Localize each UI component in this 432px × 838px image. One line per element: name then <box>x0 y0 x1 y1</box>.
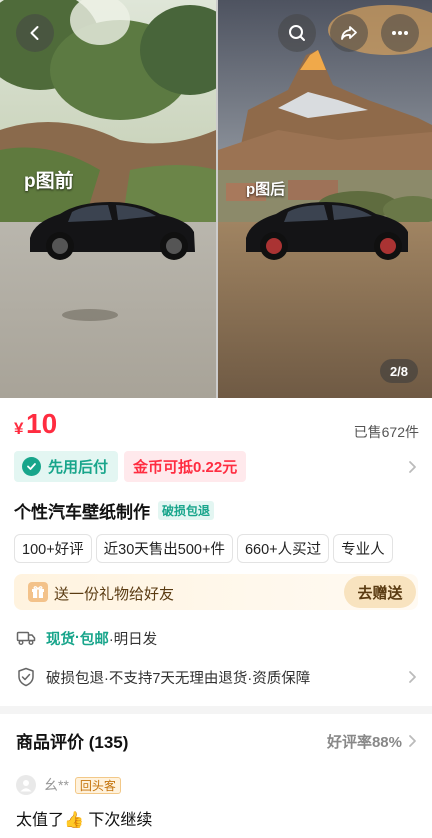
review-text: 太值了👍 下次继续 <box>16 812 153 829</box>
after-photo <box>218 0 432 398</box>
coin-offset-badge[interactable]: 金币可抵0.22元 <box>124 451 247 482</box>
gift-banner[interactable]: 送一份礼物给好友 去赠送 <box>14 574 418 610</box>
dispatch-label: ·明日发 <box>108 631 158 648</box>
share-icon <box>341 26 357 40</box>
guarantee-text: 破损包退·不支持7天无理由退货·资质保障 <box>46 670 311 687</box>
chip-good-reviews[interactable]: 100+好评 <box>14 534 92 563</box>
gift-icon <box>28 582 48 602</box>
pay-later-label: 先用后付 <box>48 459 109 476</box>
chip-buyers[interactable]: 660+人买过 <box>236 534 330 563</box>
product-image-gallery[interactable]: p图前 p图后 2/8 <box>0 0 432 398</box>
chip-professional[interactable]: 专业人 <box>333 534 393 563</box>
shipping-row[interactable]: 现货 · 包邮 ·明日发 <box>16 626 157 650</box>
chevron-right-icon <box>409 671 416 683</box>
free-shipping-label: 包邮 <box>79 631 109 648</box>
reviewer-name: 幺** <box>44 777 69 793</box>
currency-symbol: ¥ <box>14 419 24 438</box>
more-icon <box>392 31 408 35</box>
gift-text: 送一份礼物给好友 <box>54 586 175 603</box>
pay-later-badge[interactable]: 先用后付 <box>14 451 119 482</box>
payment-badge-row[interactable]: 先用后付 金币可抵0.22元 <box>0 450 432 486</box>
section-divider <box>0 706 432 714</box>
after-caption: p图后 <box>246 181 286 198</box>
highlight-chips: 100+好评 近30天售出500+件 660+人买过 专业人 <box>14 534 432 564</box>
before-caption: p图前 <box>24 171 74 192</box>
share-button[interactable] <box>330 14 368 52</box>
truck-icon <box>16 628 36 648</box>
price-row: ¥ 10 已售672件 <box>0 398 432 450</box>
back-button[interactable] <box>16 14 54 52</box>
reviewer-info: 幺** 回头客 <box>16 774 121 796</box>
page-indicator: 2/8 <box>380 359 418 383</box>
positive-rate[interactable]: 好评率88% <box>327 731 402 752</box>
chip-sold-30-days[interactable]: 近30天售出500+件 <box>95 534 233 563</box>
check-shield-icon <box>22 457 41 476</box>
reviews-heading[interactable]: 商品评价 (135) <box>16 728 128 753</box>
shield-icon <box>16 667 36 687</box>
send-gift-button[interactable]: 去赠送 <box>344 576 416 608</box>
product-title: 个性汽车壁纸制作 <box>14 502 150 522</box>
in-stock-label: 现货 <box>46 631 75 648</box>
chevron-right-icon <box>409 735 416 747</box>
chevron-left-icon <box>30 26 39 40</box>
product-title-row: 个性汽车壁纸制作 破损包退 <box>14 497 215 523</box>
chevron-right-icon <box>409 461 416 473</box>
avatar <box>16 775 36 795</box>
repeat-customer-badge: 回头客 <box>74 776 121 794</box>
damage-return-tag: 破损包退 <box>158 500 215 520</box>
more-button[interactable] <box>381 14 419 52</box>
sold-count: 已售672件 <box>353 424 419 440</box>
before-photo <box>0 0 216 398</box>
search-button[interactable] <box>278 14 316 52</box>
guarantee-row[interactable]: 破损包退·不支持7天无理由退货·资质保障 <box>16 665 310 689</box>
search-icon <box>289 25 305 41</box>
price-value: 10 <box>26 408 58 439</box>
